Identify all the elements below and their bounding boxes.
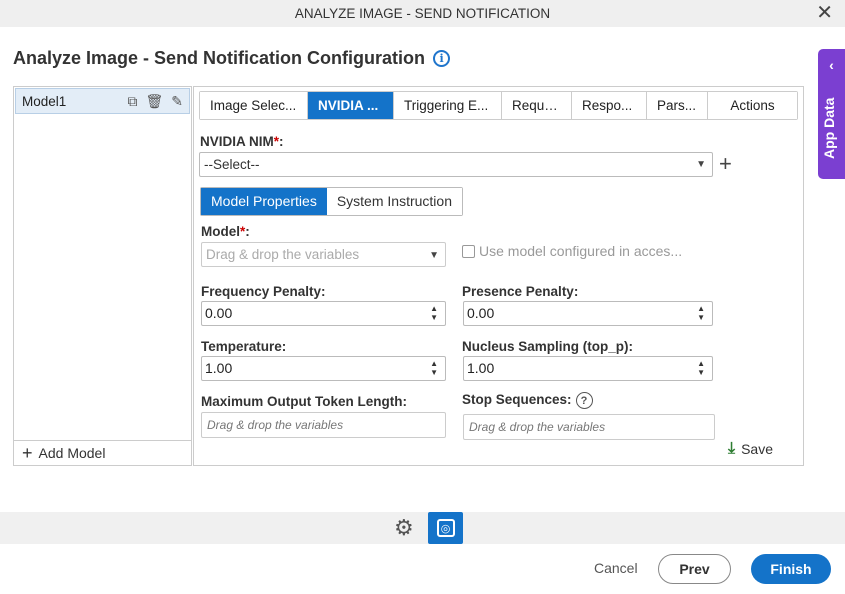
nucleus-sampling-label: Nucleus Sampling (top_p): xyxy=(462,339,634,354)
plus-icon: + xyxy=(22,443,33,463)
use-model-row: Use model configured in acces... xyxy=(462,243,682,259)
add-model-button[interactable]: + Add Model xyxy=(14,440,191,465)
tab-actions[interactable]: Actions xyxy=(708,92,797,119)
analyze-image-button[interactable]: ◎ xyxy=(428,512,463,544)
copy-icon[interactable]: ⧉ xyxy=(127,93,137,110)
models-panel: Model1 ⧉ 🗑 ✎ + Add Model xyxy=(13,86,192,466)
save-label: Save xyxy=(741,441,773,457)
presence-penalty-value: 0.00 xyxy=(467,305,495,321)
presence-penalty-input[interactable]: 0.00 ▲ ▼ xyxy=(463,301,713,326)
temperature-value: 1.00 xyxy=(205,360,233,376)
nim-label-text: NVIDIA NIM xyxy=(200,134,274,149)
tab-triggering-events[interactable]: Triggering E... xyxy=(394,92,502,119)
frequency-penalty-value: 0.00 xyxy=(205,305,233,321)
use-model-label: Use model configured in acces... xyxy=(479,243,683,259)
tab-nvidia[interactable]: NVIDIA ... xyxy=(308,92,394,119)
tab-image-selection[interactable]: Image Selec... xyxy=(200,92,308,119)
model-dropdown-placeholder: Drag & drop the variables xyxy=(206,247,360,262)
save-button[interactable]: ⤓ Save xyxy=(728,440,773,458)
model-label-text: Model xyxy=(201,224,240,239)
chevron-left-icon: ‹ xyxy=(829,57,834,73)
use-model-checkbox[interactable] xyxy=(462,244,475,258)
page-heading: Analyze Image - Send Notification Config… xyxy=(13,48,451,69)
nucleus-sampling-value: 1.00 xyxy=(467,360,495,376)
window-titlebar: ANALYZE IMAGE - SEND NOTIFICATION ✕ xyxy=(0,0,845,27)
delete-icon[interactable]: 🗑 xyxy=(145,93,163,110)
stop-sequences-field[interactable]: Drag & drop the variables xyxy=(463,414,715,440)
download-icon: ⤓ xyxy=(728,440,736,457)
add-nim-button[interactable]: + xyxy=(719,153,732,175)
tab-response[interactable]: Respo... xyxy=(572,92,647,119)
app-data-label: App Data xyxy=(821,97,837,159)
cancel-button[interactable]: Cancel xyxy=(594,560,638,576)
max-output-token-label: Maximum Output Token Length: xyxy=(201,394,407,409)
image-scan-icon: ◎ xyxy=(436,519,455,537)
spinner-icon[interactable]: ▲ ▼ xyxy=(697,304,705,322)
prev-button[interactable]: Prev xyxy=(658,554,731,584)
finish-button[interactable]: Finish xyxy=(751,554,831,584)
model-label: Model*: xyxy=(201,224,250,239)
frequency-penalty-label: Frequency Penalty: xyxy=(201,284,326,299)
nim-label: NVIDIA NIM*: xyxy=(200,134,284,149)
model-item[interactable]: Model1 ⧉ 🗑 ✎ xyxy=(15,88,190,114)
stop-sequences-label: Stop Sequences:? xyxy=(462,392,593,409)
help-icon[interactable]: ? xyxy=(575,392,593,409)
nim-select[interactable]: --Select-- ▼ xyxy=(199,152,713,177)
edit-icon[interactable]: ✎ xyxy=(171,93,183,110)
config-panel xyxy=(193,86,804,466)
temperature-label: Temperature: xyxy=(201,339,287,354)
config-tabs: Image Selec... NVIDIA ... Triggering E..… xyxy=(199,91,798,120)
bottom-toolbar xyxy=(0,512,845,544)
caret-down-icon: ▼ xyxy=(696,159,706,170)
nucleus-sampling-input[interactable]: 1.00 ▲ ▼ xyxy=(463,356,713,381)
presence-penalty-label: Presence Penalty: xyxy=(462,284,579,299)
app-data-tab[interactable]: ‹ App Data xyxy=(818,49,845,179)
spinner-icon[interactable]: ▲ ▼ xyxy=(697,359,705,377)
gear-icon[interactable]: ⚙ xyxy=(394,516,414,540)
subtab-model-properties[interactable]: Model Properties xyxy=(201,188,327,215)
temperature-input[interactable]: 1.00 ▲ ▼ xyxy=(201,356,446,381)
sub-tabs: Model Properties System Instruction xyxy=(200,187,463,216)
caret-down-icon: ▼ xyxy=(429,250,439,261)
model-item-label: Model1 xyxy=(22,93,67,109)
add-model-label: Add Model xyxy=(38,445,106,461)
page-title: Analyze Image - Send Notification Config… xyxy=(13,48,426,68)
info-icon[interactable]: i xyxy=(433,50,451,67)
max-output-token-field[interactable]: Drag & drop the variables xyxy=(201,412,446,438)
stop-sequences-text: Stop Sequences: xyxy=(462,392,572,408)
subtab-system-instruction[interactable]: System Instruction xyxy=(326,188,462,215)
close-icon[interactable]: ✕ xyxy=(816,3,833,23)
frequency-penalty-input[interactable]: 0.00 ▲ ▼ xyxy=(201,301,446,326)
model-dropdown[interactable]: Drag & drop the variables ▼ xyxy=(201,242,446,267)
tab-request[interactable]: Reque... xyxy=(502,92,572,119)
nim-select-value: --Select-- xyxy=(204,157,260,172)
window-title: ANALYZE IMAGE - SEND NOTIFICATION xyxy=(294,6,551,21)
spinner-icon[interactable]: ▲ ▼ xyxy=(430,304,438,322)
spinner-icon[interactable]: ▲ ▼ xyxy=(430,359,438,377)
tab-parse[interactable]: Pars... xyxy=(647,92,708,119)
